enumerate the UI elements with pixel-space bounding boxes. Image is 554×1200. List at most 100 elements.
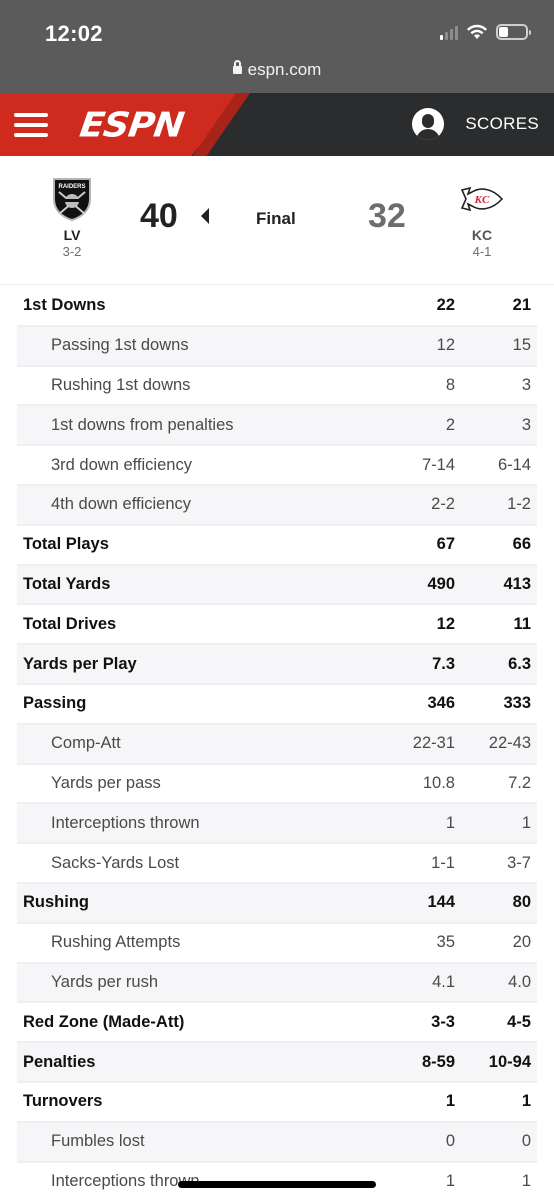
stat-row: Rushing Attempts 35 20: [17, 924, 537, 964]
stat-row: 3rd down efficiency 7-14 6-14: [17, 446, 537, 486]
stat-label: 1st Downs: [23, 296, 106, 315]
stat-label: Total Plays: [23, 535, 109, 554]
stat-home-value: 333: [503, 694, 531, 713]
stat-label: Sacks-Yards Lost: [51, 853, 180, 872]
stat-row: Passing 1st downs 12 15: [17, 326, 537, 367]
svg-text:RAIDERS: RAIDERS: [58, 184, 85, 190]
chiefs-logo-icon: KC: [452, 177, 512, 221]
stat-row: 4th down efficiency 2-2 1-2: [17, 485, 537, 526]
stat-home-value: 413: [503, 574, 531, 593]
stat-away-value: 8: [445, 375, 455, 394]
stat-label: Red Zone (Made-Att): [23, 1012, 185, 1031]
stat-label: Passing: [23, 694, 87, 713]
stat-row: Rushing 144 80: [17, 883, 537, 924]
stat-row: Rushing 1st downs 8 3: [17, 367, 537, 407]
stat-label: Interceptions thrown: [51, 813, 200, 832]
stat-home-value: 15: [512, 336, 531, 355]
signal-icon: [440, 25, 458, 40]
stat-row: 1st downs from penalties 2 3: [17, 406, 537, 447]
stat-home-value: 1: [521, 813, 531, 832]
stat-home-value: 0: [521, 1132, 531, 1151]
stat-away-value: 22-31: [412, 734, 455, 753]
stat-away-value: 490: [427, 574, 455, 593]
espn-navbar: ESPN SCORES: [0, 93, 554, 156]
stat-row: Penalties 8-59 10-94: [17, 1043, 537, 1083]
stat-away-value: 1: [445, 1092, 455, 1111]
stat-away-value: 10.8: [422, 773, 455, 792]
svg-text:KC: KC: [474, 194, 490, 206]
espn-logo[interactable]: ESPN: [77, 106, 186, 145]
stat-away-value: 3-3: [431, 1012, 455, 1031]
stat-label: Fumbles lost: [51, 1132, 145, 1151]
stat-label: 3rd down efficiency: [51, 455, 192, 474]
stat-label: Yards per rush: [51, 972, 158, 991]
stat-away-value: 8-59: [421, 1052, 455, 1071]
battery-icon: [496, 24, 531, 40]
stat-label: Passing 1st downs: [51, 336, 189, 355]
stat-away-value: 12: [436, 336, 455, 355]
stat-away-value: 12: [436, 614, 455, 633]
stat-row: Interceptions thrown 1 1: [17, 804, 537, 845]
stat-row: 1st Downs 22 21: [17, 287, 537, 327]
away-team-record: 3-2: [62, 244, 82, 259]
stat-away-value: 4.1: [432, 972, 455, 991]
stat-label: Yards per pass: [51, 773, 161, 792]
stat-label: Yards per Play: [23, 654, 137, 673]
stat-away-value: 346: [427, 694, 455, 713]
stat-label: Comp-Att: [51, 734, 121, 753]
stat-label: Rushing: [23, 893, 89, 912]
stat-home-value: 1-2: [507, 495, 531, 514]
raiders-logo-icon: RAIDERS: [42, 177, 102, 221]
stat-home-value: 80: [512, 893, 531, 912]
stat-row: Comp-Att 22-31 22-43: [17, 724, 537, 765]
stat-label: Total Yards: [23, 574, 111, 593]
stat-home-value: 22-43: [488, 734, 531, 753]
away-team[interactable]: RAIDERS LV 3-2: [42, 177, 102, 259]
stat-home-value: 4.0: [508, 972, 531, 991]
stat-away-value: 2-2: [431, 495, 455, 514]
stat-label: Rushing 1st downs: [51, 375, 191, 394]
stat-row: Total Yards 490 413: [17, 565, 537, 606]
stat-home-value: 3-7: [507, 853, 531, 872]
scoreboard: RAIDERS LV 3-2 40 Final 32 KC KC 4-1: [0, 157, 554, 285]
stat-label: 1st downs from penalties: [51, 415, 234, 434]
stat-home-value: 6.3: [508, 654, 531, 673]
stat-home-value: 3: [521, 375, 531, 394]
lock-icon: [232, 60, 242, 74]
address-bar[interactable]: espn.com: [0, 60, 554, 80]
away-team-abbr: LV: [63, 227, 81, 243]
stat-home-value: 1: [521, 1171, 531, 1190]
stat-row: Sacks-Yards Lost 1-1 3-7: [17, 844, 537, 884]
game-status: Final: [256, 209, 296, 228]
stat-home-value: 20: [512, 933, 531, 952]
stat-row: Red Zone (Made-Att) 3-3 4-5: [17, 1003, 537, 1044]
profile-icon[interactable]: [412, 108, 444, 140]
stat-row: Fumbles lost 0 0: [17, 1122, 537, 1163]
scores-link[interactable]: SCORES: [465, 114, 539, 134]
menu-icon[interactable]: [14, 113, 48, 137]
stat-away-value: 35: [436, 933, 455, 952]
home-team-abbr: KC: [471, 227, 493, 243]
stat-home-value: 3: [521, 415, 531, 434]
status-bar: 12:02 espn.com: [0, 0, 554, 93]
stat-row: Passing 346 333: [17, 685, 537, 725]
wifi-icon: [467, 24, 487, 39]
home-team[interactable]: KC KC 4-1: [452, 177, 512, 259]
stat-label: Penalties: [23, 1052, 96, 1071]
stat-away-value: 22: [436, 296, 455, 315]
stat-home-value: 66: [512, 535, 531, 554]
url-text: espn.com: [247, 60, 322, 79]
home-team-record: 4-1: [472, 244, 492, 259]
winner-arrow-icon: [201, 208, 209, 224]
stat-away-value: 1-1: [431, 853, 455, 872]
stat-row: Yards per pass 10.8 7.2: [17, 765, 537, 805]
stat-home-value: 7.2: [508, 773, 531, 792]
stat-away-value: 1: [445, 813, 455, 832]
team-stats-table: 1st Downs 22 21 Passing 1st downs 12 15 Rushin…: [17, 287, 537, 1200]
stat-home-value: 1: [521, 1092, 531, 1111]
away-score: 40: [140, 197, 178, 235]
home-indicator[interactable]: [178, 1181, 376, 1188]
stat-label: 4th down efficiency: [51, 495, 192, 514]
stat-away-value: 7-14: [421, 455, 455, 474]
stat-away-value: 7.3: [432, 654, 455, 673]
